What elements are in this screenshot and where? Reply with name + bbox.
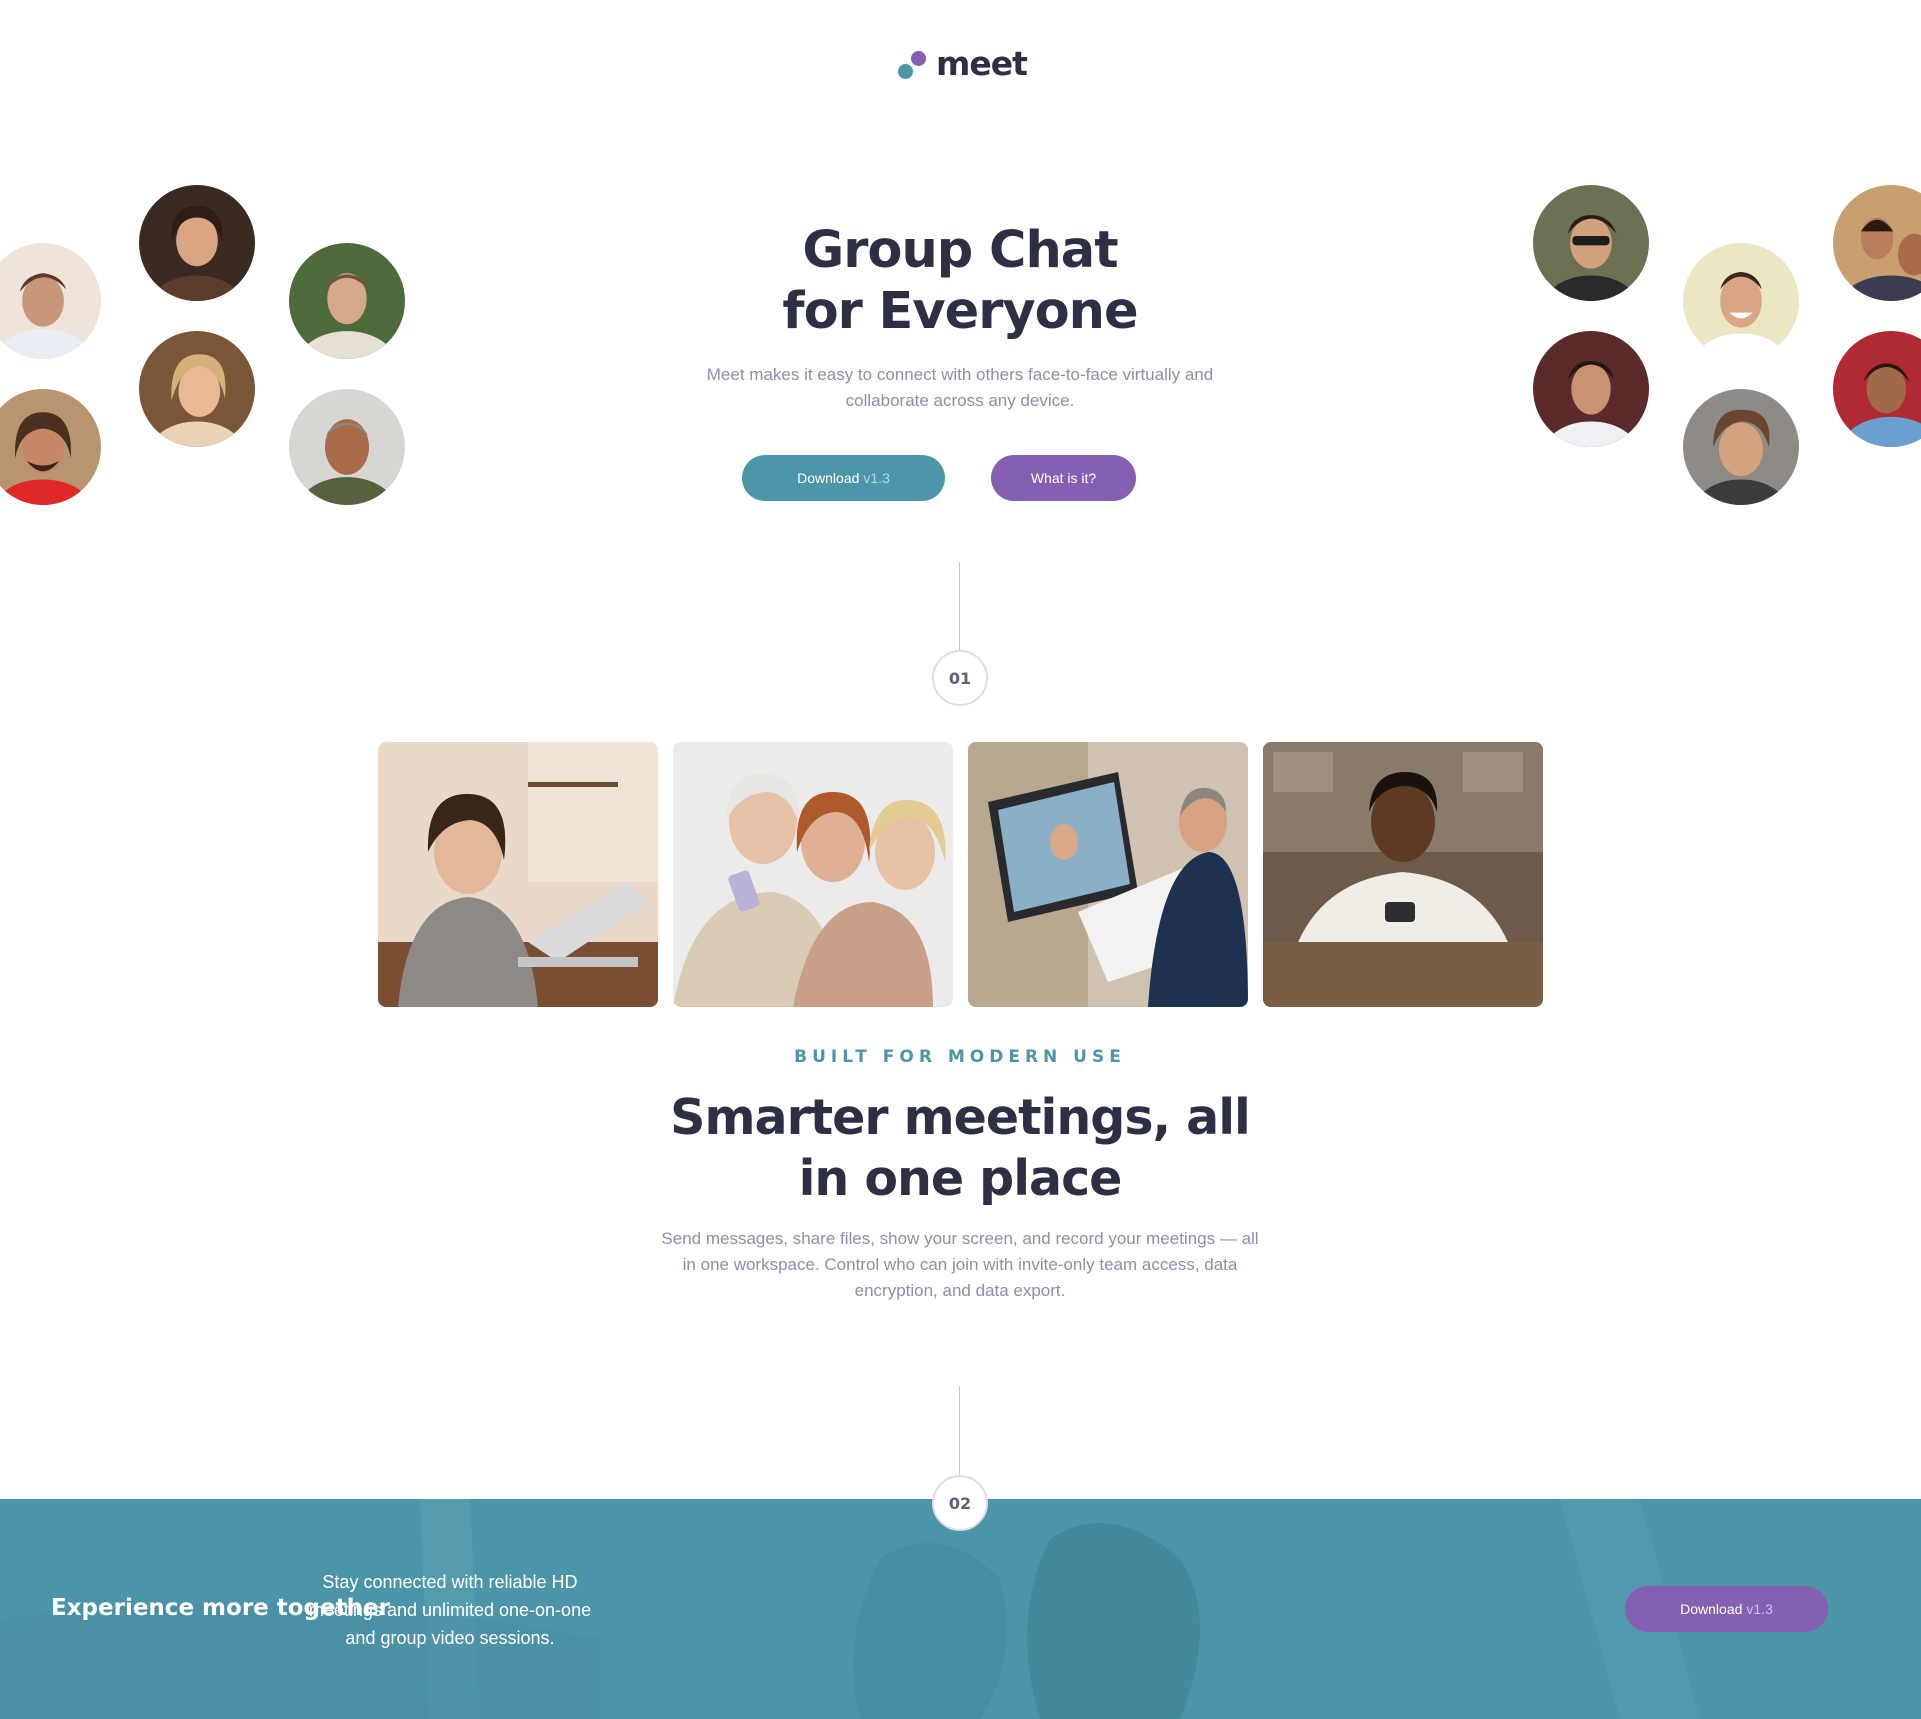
- avatar-portrait: [139, 331, 255, 447]
- download-button[interactable]: Download v1.3: [742, 455, 945, 501]
- features-title-line-1: Smarter meetings, all: [670, 1089, 1251, 1146]
- logo-dot-teal: [898, 64, 913, 79]
- avatar-portrait: [139, 185, 255, 301]
- avatar-portrait: [1683, 389, 1799, 505]
- avatar-portrait: [1533, 331, 1649, 447]
- features-title-line-2: in one place: [798, 1150, 1123, 1207]
- connector-line: [959, 562, 960, 650]
- hero-subtitle: Meet makes it easy to connect with other…: [706, 365, 1214, 410]
- cta-title: Experience more together: [51, 1595, 390, 1621]
- footer-download-button-version: v1.3: [1746, 1601, 1773, 1617]
- avatar-portrait: [289, 389, 405, 505]
- avatar-portrait: [0, 243, 101, 359]
- photo-man-phone: [1263, 742, 1543, 1007]
- photo-woman-laptop: [378, 742, 658, 1007]
- logo-wordmark: meet: [936, 44, 1028, 83]
- what-is-it-button[interactable]: What is it?: [991, 455, 1136, 501]
- avatar-portrait: [1833, 185, 1921, 301]
- avatar-portrait: [1833, 331, 1921, 447]
- download-button-label: Download: [797, 470, 860, 486]
- step-badge-01: 01: [932, 650, 988, 706]
- avatar-portrait: [1683, 243, 1799, 359]
- hero-title: Group Chat for Everyone: [710, 220, 1210, 342]
- photo-man-video-call: [968, 742, 1248, 1007]
- hero-title-line-2: for Everyone: [782, 282, 1138, 341]
- section-eyebrow: BUILT FOR MODERN USE: [794, 1047, 1126, 1067]
- footer-download-button[interactable]: Download v1.3: [1625, 1586, 1828, 1632]
- photo-women-phone: [673, 742, 953, 1007]
- features-body: Send messages, share files, show your sc…: [661, 1229, 1259, 1300]
- brand-logo[interactable]: meet: [896, 44, 1028, 86]
- logo-dot-purple: [911, 51, 926, 66]
- features-title: Smarter meetings, all in one place: [640, 1087, 1280, 1209]
- avatar-portrait: [1533, 185, 1649, 301]
- what-is-it-button-label: What is it?: [1030, 470, 1097, 486]
- download-button-version: v1.3: [863, 470, 890, 486]
- avatar-portrait: [289, 243, 405, 359]
- avatar-portrait: [0, 389, 101, 505]
- hero-title-line-1: Group Chat: [802, 221, 1118, 280]
- step-badge-02: 02: [932, 1475, 988, 1531]
- footer-download-button-label: Download: [1680, 1601, 1743, 1617]
